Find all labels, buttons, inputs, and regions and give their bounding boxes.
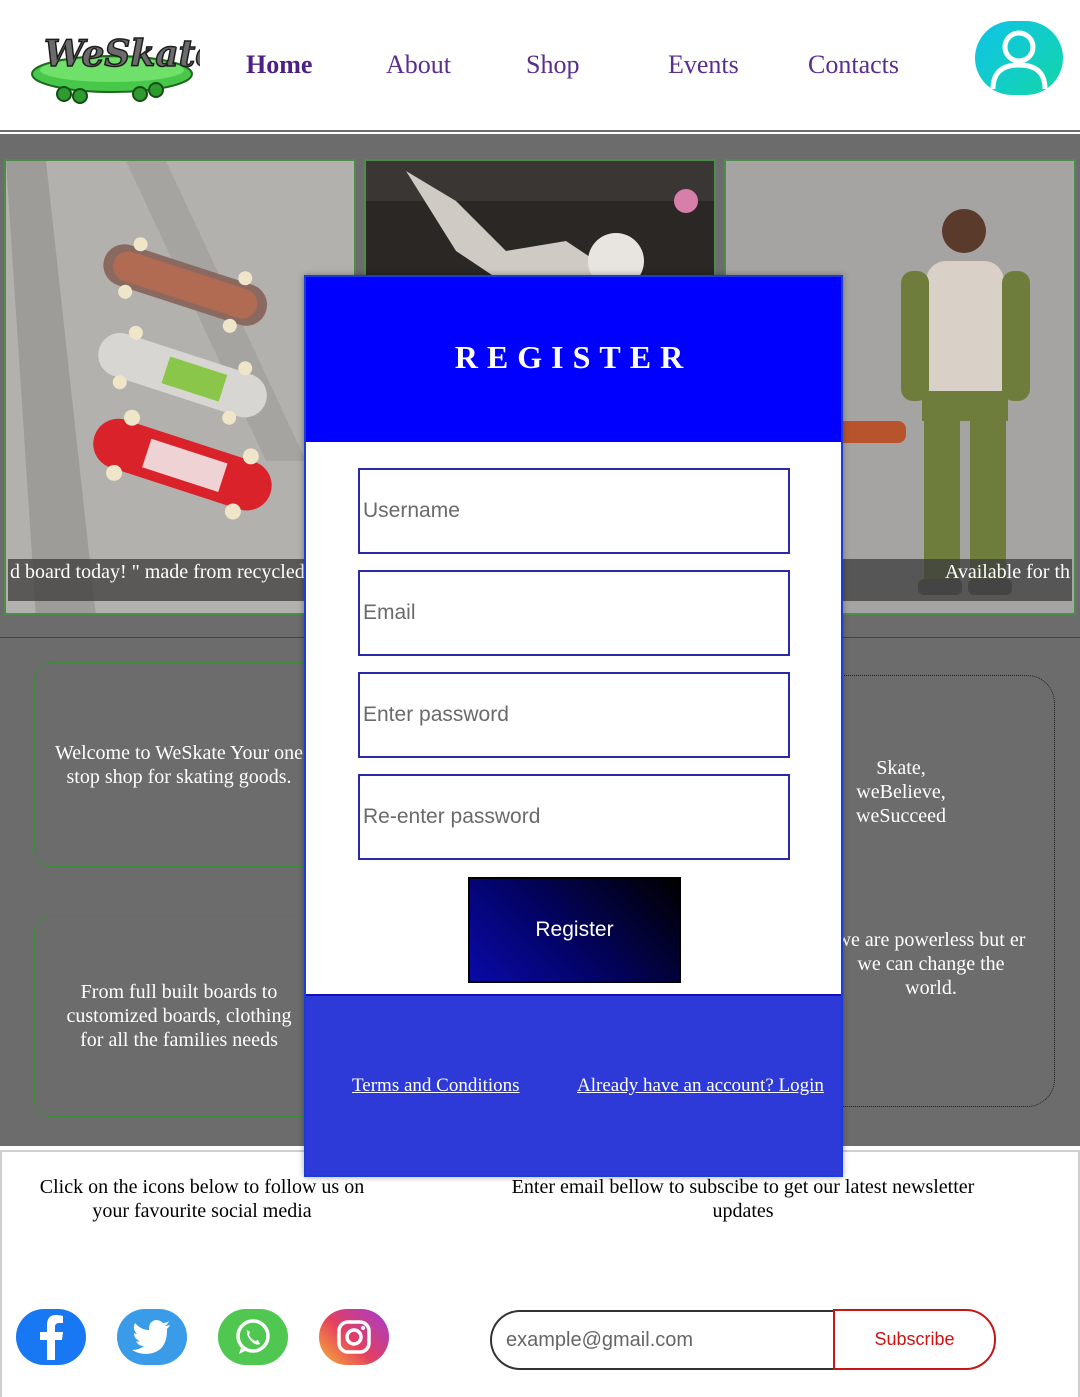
username-field[interactable] [358, 468, 790, 554]
modal-footer: Terms and Conditions Already have an acc… [306, 994, 841, 1175]
site-header: WeSkate Home About Shop Events Contacts [0, 0, 1080, 132]
user-avatar-button[interactable] [975, 21, 1063, 95]
modal-header: REGISTER [306, 277, 841, 442]
terms-link[interactable]: Terms and Conditions [352, 1075, 520, 1097]
nav-home[interactable]: Home [246, 50, 312, 80]
nav-events[interactable]: Events [668, 50, 739, 80]
newsletter-text: Enter email bellow to subscibe to get ou… [511, 1176, 975, 1222]
instagram-icon[interactable] [319, 1309, 389, 1365]
nav-shop[interactable]: Shop [526, 50, 579, 80]
nav-about[interactable]: About [386, 50, 451, 80]
confirm-password-field[interactable] [358, 774, 790, 860]
belief-text: we are powerless but er we can change th… [836, 929, 1026, 999]
gallery-caption: Available for th [842, 559, 1072, 601]
products-text: From full built boards to customized boa… [66, 981, 292, 1051]
info-card-products: From full built boards to customized boa… [34, 915, 324, 1117]
whatsapp-icon[interactable] [218, 1309, 288, 1365]
newsletter-email-input[interactable] [490, 1310, 835, 1370]
register-button[interactable]: Register [468, 877, 681, 983]
gallery-caption: d board today! " made from recycled [8, 559, 308, 601]
info-card-welcome: Welcome to WeSkate Your one stop shop fo… [34, 662, 324, 867]
social-follow-text: Click on the icons below to follow us on… [39, 1176, 365, 1222]
welcome-text: Welcome to WeSkate Your one stop shop fo… [54, 741, 304, 788]
svg-text:WeSkate: WeSkate [44, 33, 200, 75]
weskate-logo[interactable]: WeSkate [30, 28, 219, 108]
nav-contacts[interactable]: Contacts [808, 50, 899, 80]
facebook-icon[interactable] [16, 1309, 86, 1365]
password-field[interactable] [358, 672, 790, 758]
motto-text: Skate, weBelieve, weSucceed [856, 757, 946, 827]
modal-title: REGISTER [454, 339, 693, 375]
subscribe-button[interactable]: Subscribe [833, 1309, 996, 1370]
email-field[interactable] [358, 570, 790, 656]
register-modal: REGISTER Register Terms and Conditions A… [304, 275, 843, 1177]
twitter-icon[interactable] [117, 1309, 187, 1365]
user-icon [990, 30, 1048, 90]
login-link[interactable]: Already have an account? Login [577, 1075, 824, 1097]
